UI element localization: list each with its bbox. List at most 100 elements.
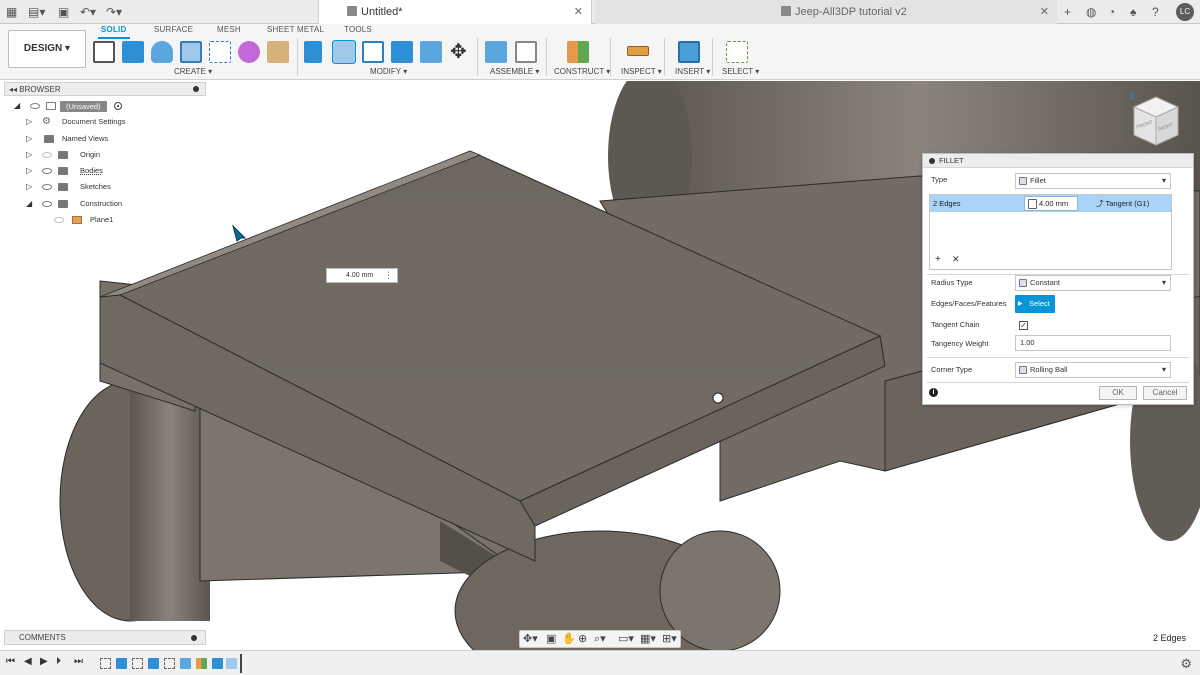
hole-icon[interactable]	[180, 41, 202, 63]
offset-plane-icon[interactable]	[567, 41, 589, 63]
combine-icon[interactable]	[391, 41, 413, 63]
measure-icon[interactable]	[627, 46, 649, 56]
timeline-plane-icon[interactable]	[196, 658, 207, 669]
timeline-sketch-icon[interactable]	[132, 658, 143, 669]
timeline-extrude-icon[interactable]	[148, 658, 159, 669]
extrude-icon[interactable]	[122, 41, 144, 63]
tab-jeep-tutorial[interactable]: Jeep-All3DP tutorial v2 ✕	[595, 0, 1057, 24]
tree-item-bodies[interactable]: ▷ Bodies	[4, 163, 206, 179]
expand-caret-icon[interactable]: ▷	[26, 131, 32, 147]
go-to-start-icon[interactable]: ⏮	[6, 656, 15, 667]
timeline-fillet-icon[interactable]	[226, 658, 237, 669]
remove-selection-set-icon[interactable]: ✕	[952, 254, 960, 265]
viewports-icon[interactable]: ⊞▾	[662, 632, 677, 645]
expand-caret-icon[interactable]: ▷	[26, 114, 32, 130]
tab-untitled[interactable]: Untitled* ✕	[318, 0, 592, 24]
select-window-icon[interactable]	[726, 41, 748, 63]
orbit-icon[interactable]: ✥▾	[523, 632, 538, 645]
expand-caret-icon[interactable]: ◢	[14, 98, 20, 114]
step-forward-icon[interactable]: ⏵	[56, 656, 61, 667]
create-form-icon[interactable]	[238, 41, 260, 63]
tree-item-construction[interactable]: ◢ Construction	[4, 196, 206, 212]
design-workspace-button[interactable]: DESIGN ▾	[8, 30, 86, 68]
corner-type-dropdown[interactable]: Rolling Ball ▾	[1015, 362, 1171, 378]
help-icon[interactable]: ?	[1152, 4, 1159, 20]
visibility-eye-icon[interactable]	[30, 103, 40, 109]
assemble-group-label[interactable]: ASSEMBLE ▾	[490, 67, 539, 76]
redo-icon[interactable]: ↷▾	[106, 4, 122, 20]
tree-item-sketches[interactable]: ▷ Sketches	[4, 179, 206, 195]
insert-mesh-icon[interactable]	[267, 41, 289, 63]
play-icon[interactable]: ▶	[40, 656, 48, 667]
collapse-icon[interactable]: ◂◂	[9, 85, 19, 94]
joint-icon[interactable]	[515, 41, 537, 63]
go-to-end-icon[interactable]: ⏭	[74, 656, 83, 667]
save-icon[interactable]: ▣	[58, 4, 69, 20]
create-sketch-icon[interactable]	[93, 41, 115, 63]
radius-type-dropdown[interactable]: Constant ▾	[1015, 275, 1171, 291]
data-panel-icon[interactable]: ◍	[1086, 4, 1096, 20]
collapse-caret-icon[interactable]: ◢	[26, 196, 32, 212]
info-icon[interactable]: i	[929, 388, 938, 397]
zoom-icon[interactable]: ⊕	[578, 632, 587, 645]
ok-button[interactable]: OK	[1099, 386, 1137, 400]
file-menu-icon[interactable]: ▤▾	[28, 4, 45, 20]
tangent-chain-checkbox[interactable]: ✓	[1019, 321, 1028, 330]
user-avatar[interactable]: LC	[1176, 3, 1194, 21]
timeline-sketch-icon[interactable]	[164, 658, 175, 669]
activate-radio-icon[interactable]	[114, 102, 122, 110]
modify-group-label[interactable]: MODIFY ▾	[370, 67, 407, 76]
construct-group-label[interactable]: CONSTRUCT ▾	[554, 67, 610, 76]
fillet-manipulator-icon[interactable]	[712, 392, 724, 404]
expand-caret-icon[interactable]: ▷	[26, 179, 32, 195]
job-status-icon[interactable]: ◔	[1108, 4, 1115, 20]
display-settings-icon[interactable]: ▭▾	[618, 632, 634, 645]
timeline-revolve-icon[interactable]	[180, 658, 191, 669]
pattern-icon[interactable]	[209, 41, 231, 63]
notifications-icon[interactable]: ♠	[1130, 4, 1136, 20]
timeline-sketch-icon[interactable]	[100, 658, 111, 669]
browser-header[interactable]: ◂◂ BROWSER	[4, 82, 206, 96]
expand-caret-icon[interactable]: ▷	[26, 147, 32, 163]
fillet-radius-inline-input[interactable]: 4.00 mm ⋮	[326, 268, 398, 283]
visibility-eye-icon[interactable]	[42, 184, 52, 191]
pan-icon[interactable]: ✋	[562, 632, 576, 645]
pin-icon[interactable]	[193, 86, 199, 92]
fit-icon[interactable]: ⌕▾	[594, 632, 606, 646]
continuity-dropdown[interactable]: ⤴ Tangent (G1)	[1096, 195, 1149, 212]
grid-settings-icon[interactable]: ▦▾	[640, 632, 656, 645]
type-dropdown[interactable]: Fillet ▾	[1015, 173, 1171, 189]
visibility-eye-icon[interactable]	[42, 168, 52, 175]
comments-panel[interactable]: COMMENTS	[4, 630, 206, 645]
visibility-eye-icon[interactable]	[42, 151, 52, 158]
tree-item-plane1[interactable]: Plane1	[4, 212, 206, 228]
edges-select-button[interactable]: Select	[1015, 295, 1055, 313]
add-selection-set-icon[interactable]: +	[935, 254, 941, 265]
tree-item-named-views[interactable]: ▷ Named Views	[4, 131, 206, 147]
step-back-icon[interactable]: ◀	[24, 656, 32, 667]
tab-sheet-metal[interactable]: SHEET METAL	[267, 25, 324, 34]
visibility-eye-icon[interactable]	[42, 200, 52, 207]
close-tab-icon[interactable]: ✕	[574, 0, 583, 24]
timeline-extrude-icon[interactable]	[116, 658, 127, 669]
insert-image-icon[interactable]	[678, 41, 700, 63]
inspect-group-label[interactable]: INSPECT ▾	[621, 67, 662, 76]
tab-tools[interactable]: TOOLS	[344, 25, 372, 34]
split-body-icon[interactable]	[420, 41, 442, 63]
new-component-icon[interactable]	[485, 41, 507, 63]
select-group-label[interactable]: SELECT ▾	[722, 67, 759, 76]
app-grid-icon[interactable]: ▦	[6, 4, 17, 20]
tab-surface[interactable]: SURFACE	[154, 25, 193, 34]
tab-mesh[interactable]: MESH	[217, 25, 241, 34]
expand-caret-icon[interactable]: ▷	[26, 163, 32, 179]
tree-item-document-settings[interactable]: ▷ ⚙ Document Settings	[4, 114, 206, 130]
new-tab-icon[interactable]: +	[1064, 4, 1071, 20]
look-at-icon[interactable]: ▣	[546, 632, 556, 645]
fillet-icon[interactable]	[332, 40, 356, 64]
tree-item-origin[interactable]: ▷ Origin	[4, 147, 206, 163]
cancel-button[interactable]: Cancel	[1143, 386, 1187, 400]
shell-icon[interactable]	[362, 41, 384, 63]
undo-icon[interactable]: ↶▾	[80, 4, 96, 20]
visibility-eye-icon[interactable]	[54, 217, 64, 224]
more-options-icon[interactable]: ⋮	[384, 269, 393, 282]
